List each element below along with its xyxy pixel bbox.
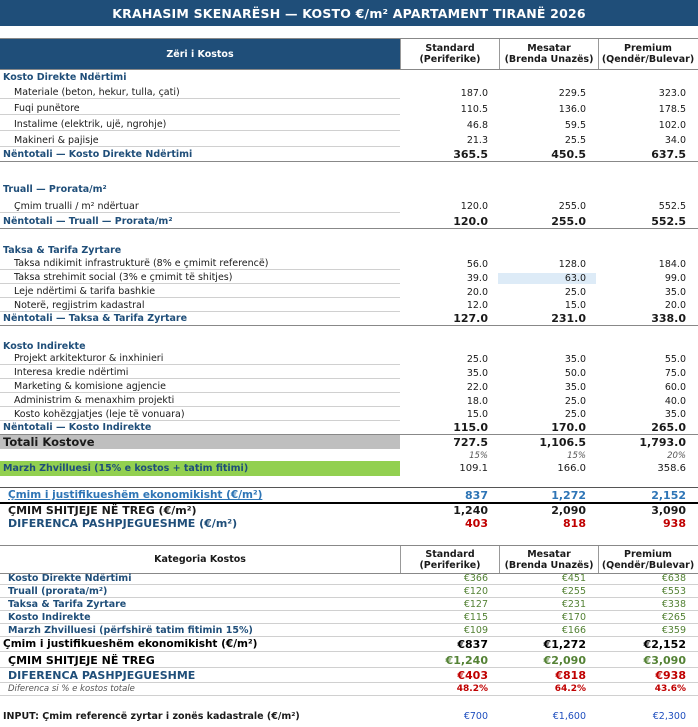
header-standard: Standard (Periferike) xyxy=(400,546,499,573)
input-mesatar-cell[interactable]: €1,600 xyxy=(498,711,596,722)
justified-price-row: Çmim i justifikueshëm ekonomikisht (€/m²… xyxy=(0,487,698,502)
table-row: Taksa ndikimit infrastrukturë (8% e çmim… xyxy=(0,257,698,271)
input-standard-cell[interactable]: €700 xyxy=(400,711,498,722)
total-row: Totali Kostove 727.5 1,106.5 1,793.0 xyxy=(0,435,698,449)
summary-difference-row: DIFERENCA PASHPJEGUESHME €403 €818 €938 xyxy=(0,668,698,683)
section-title: Truall — Prorata/m² xyxy=(3,183,107,195)
sheet-title: KRAHASIM SKENARËSH — KOSTO €/m² APARTAME… xyxy=(0,0,698,26)
subtotal-row: Nëntotali — Truall — Prorata/m² 120.0 255.… xyxy=(0,214,698,229)
section-title: Kosto Direkte Ndërtimi xyxy=(3,71,127,83)
table-row: Projekt arkitekturor & inxhinieri 25.0 35.… xyxy=(0,352,698,366)
summary-header-label: Kategoria Kostos xyxy=(154,554,246,565)
table-row: Noterë, regjistrim kadastral 12.0 15.0 20.0 xyxy=(0,299,698,312)
header-mesatar: Mesatar (Brenda Unazës) xyxy=(499,546,598,573)
market-price-row: ÇMIM SHITJEJE NË TREG (€/m²) 1,240 2,090 3,… xyxy=(0,502,698,517)
input-row: INPUT: Çmim referencë zyrtar i zonës kad… xyxy=(0,709,698,724)
summary-row: Kosto Direkte Ndërtimi €366 €451 €638 xyxy=(0,572,698,585)
table-row: Çmim trualli / m² ndërtuar 120.0 255.0 552.… xyxy=(0,199,698,214)
summary-market-row: ÇMIM SHITJEJE NË TREG €1,240 €2,090 €3,090 xyxy=(0,653,698,668)
summary-header: Kategoria Kostos Standard (Periferike) Me… xyxy=(0,545,698,574)
table-row: Administrim & menaxhim projekti 18.0 25.0 4… xyxy=(0,394,698,408)
table-row: Taksa strehimit social (3% e çmimit të s… xyxy=(0,271,698,285)
table-row: Materiale (beton, hekur, tulla, çati) 187… xyxy=(0,85,698,101)
table-row: Fuqi punëtore 110.5 136.0 178.5 xyxy=(0,101,698,117)
table-row: Leje ndërtimi & tarifa bashkie 20.0 25.0 35… xyxy=(0,285,698,299)
header-standard: Standard (Periferike) xyxy=(400,39,499,69)
section-title: Kosto Indirekte xyxy=(3,340,86,352)
table-row: Marketing & komisione agjencie 22.0 35.0 60… xyxy=(0,380,698,394)
table-row: Instalime (elektrik, ujë, ngrohje) 46.8 59… xyxy=(0,117,698,133)
table-row: Interesa kredie ndërtimi 35.0 50.0 75.0 xyxy=(0,366,698,380)
subtotal-row: Nëntotali — Kosto Direkte Ndërtimi 365.5 4… xyxy=(0,148,698,162)
section-title: Taksa & Tarifa Zyrtare xyxy=(3,244,122,256)
header-label: Zëri i Kostos xyxy=(0,39,400,69)
summary-difference-percent-row: Diferenca si % e kostos totale 48.2% 64.2%… xyxy=(0,683,698,696)
header-premium: Premium (Qendër/Bulevar) xyxy=(598,546,697,573)
table-row: Makineri & pajisje 21.3 25.5 34.0 xyxy=(0,133,698,148)
summary-justified-row: Çmim i justifikueshëm ekonomikisht (€/m²… xyxy=(0,637,698,652)
subtotal-row: Nëntotali — Kosto Indirekte 115.0 170.0 265… xyxy=(0,421,698,435)
margin-row: Marzh Zhvilluesi (15% e kostos + tatim f… xyxy=(0,461,698,476)
table-row: Kosto kohëzgjatjes (leje të vonuara) 15.0… xyxy=(0,408,698,421)
difference-row: DIFERENCA PASHPJEGUESHME (€/m²) 403 818 938 xyxy=(8,517,686,530)
header-premium: Premium (Qendër/Bulevar) xyxy=(598,39,697,69)
selected-cell[interactable]: 63.0 xyxy=(498,272,596,284)
summary-row: Marzh Zhvilluesi (përfshirë tatim fitimi… xyxy=(0,624,698,637)
table-header: Zëri i Kostos Standard (Periferike) Mesat… xyxy=(0,38,698,70)
subtotal-row: Nëntotali — Taksa & Tarifa Zyrtare 127.0 2… xyxy=(0,312,698,326)
input-premium-cell[interactable]: €2,300 xyxy=(596,711,696,722)
summary-row: Kosto Indirekte €115 €170 €265 xyxy=(0,611,698,624)
summary-row: Truall (prorata/m²) €120 €255 €553 xyxy=(0,585,698,598)
header-mesatar: Mesatar (Brenda Unazës) xyxy=(499,39,598,69)
summary-row: Taksa & Tarifa Zyrtare €127 €231 €338 xyxy=(0,598,698,611)
